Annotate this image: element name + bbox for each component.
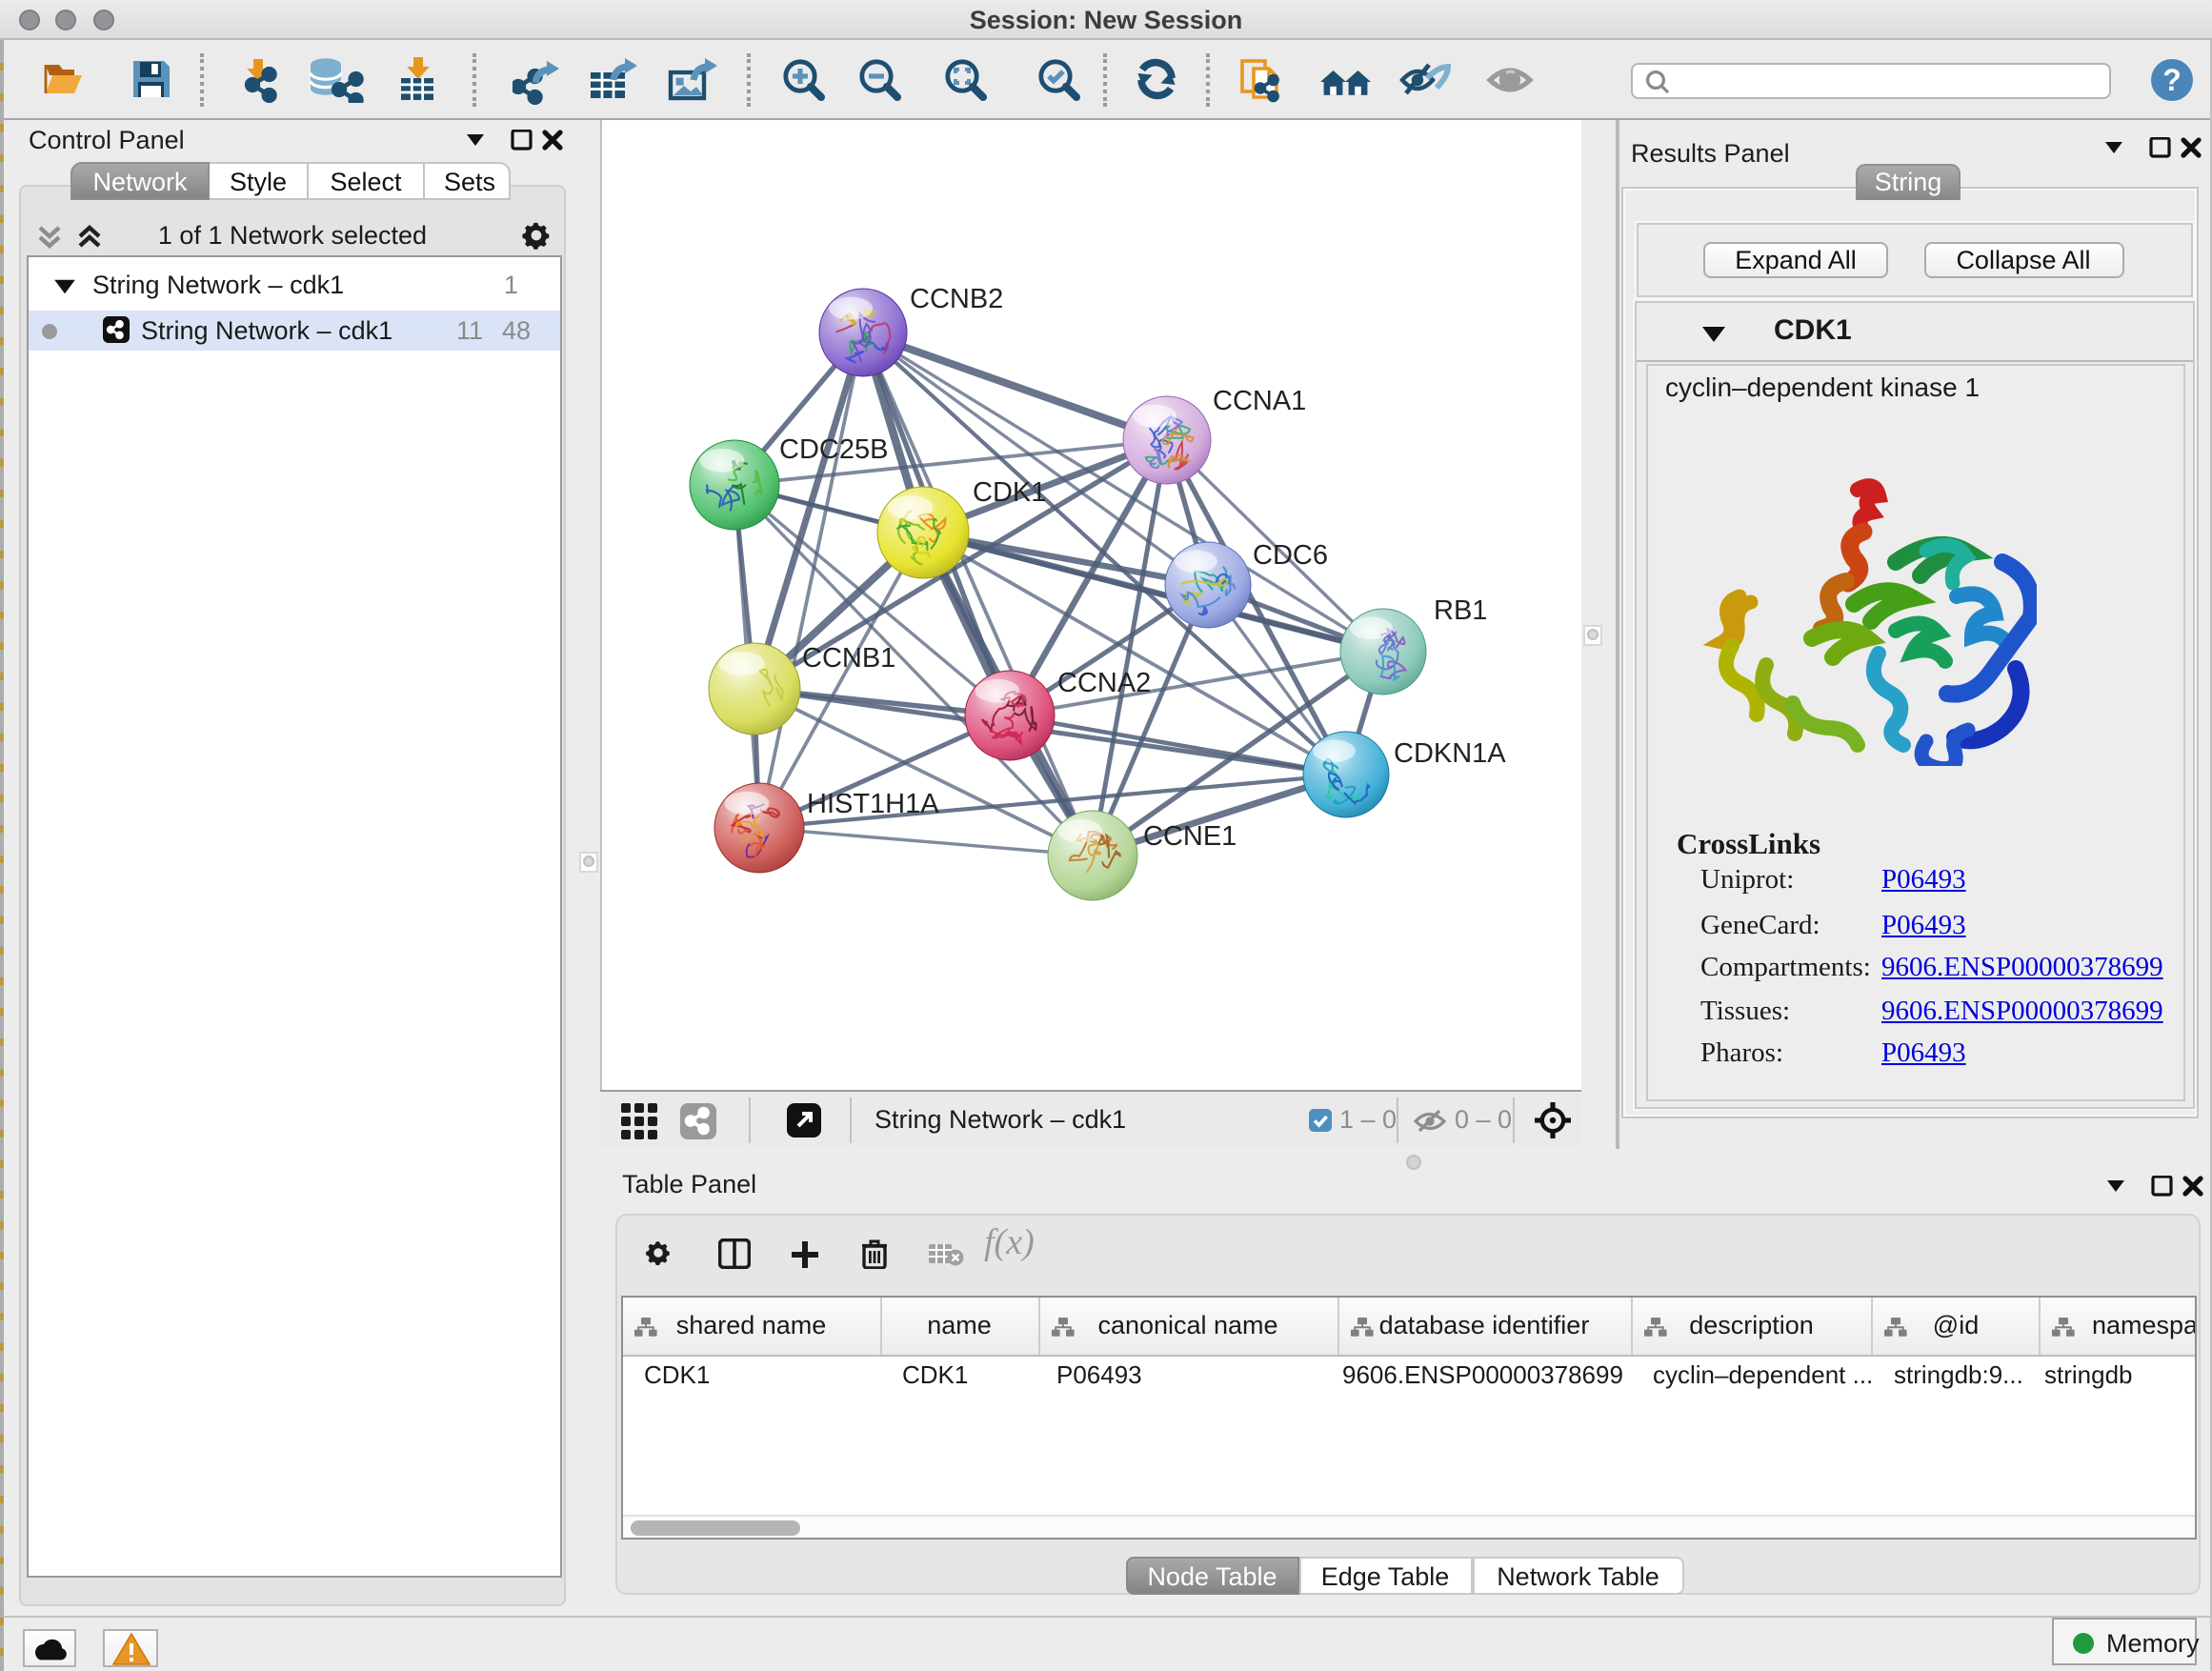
svg-text:CCNA2: CCNA2 — [1057, 667, 1151, 697]
svg-text:CCNB2: CCNB2 — [910, 283, 1003, 313]
svg-text:CDC6: CDC6 — [1253, 539, 1328, 570]
svg-text:?: ? — [2162, 63, 2182, 97]
svg-text:CCNA1: CCNA1 — [1213, 385, 1306, 415]
svg-text:CDK1: CDK1 — [973, 476, 1046, 507]
svg-text:CDKN1A: CDKN1A — [1394, 737, 1506, 768]
svg-text:CCNB1: CCNB1 — [802, 642, 895, 673]
svg-text:HIST1H1A: HIST1H1A — [807, 788, 939, 818]
svg-text:CCNE1: CCNE1 — [1143, 820, 1237, 851]
svg-text:CDC25B: CDC25B — [779, 433, 888, 464]
svg-text:RB1: RB1 — [1434, 594, 1487, 625]
